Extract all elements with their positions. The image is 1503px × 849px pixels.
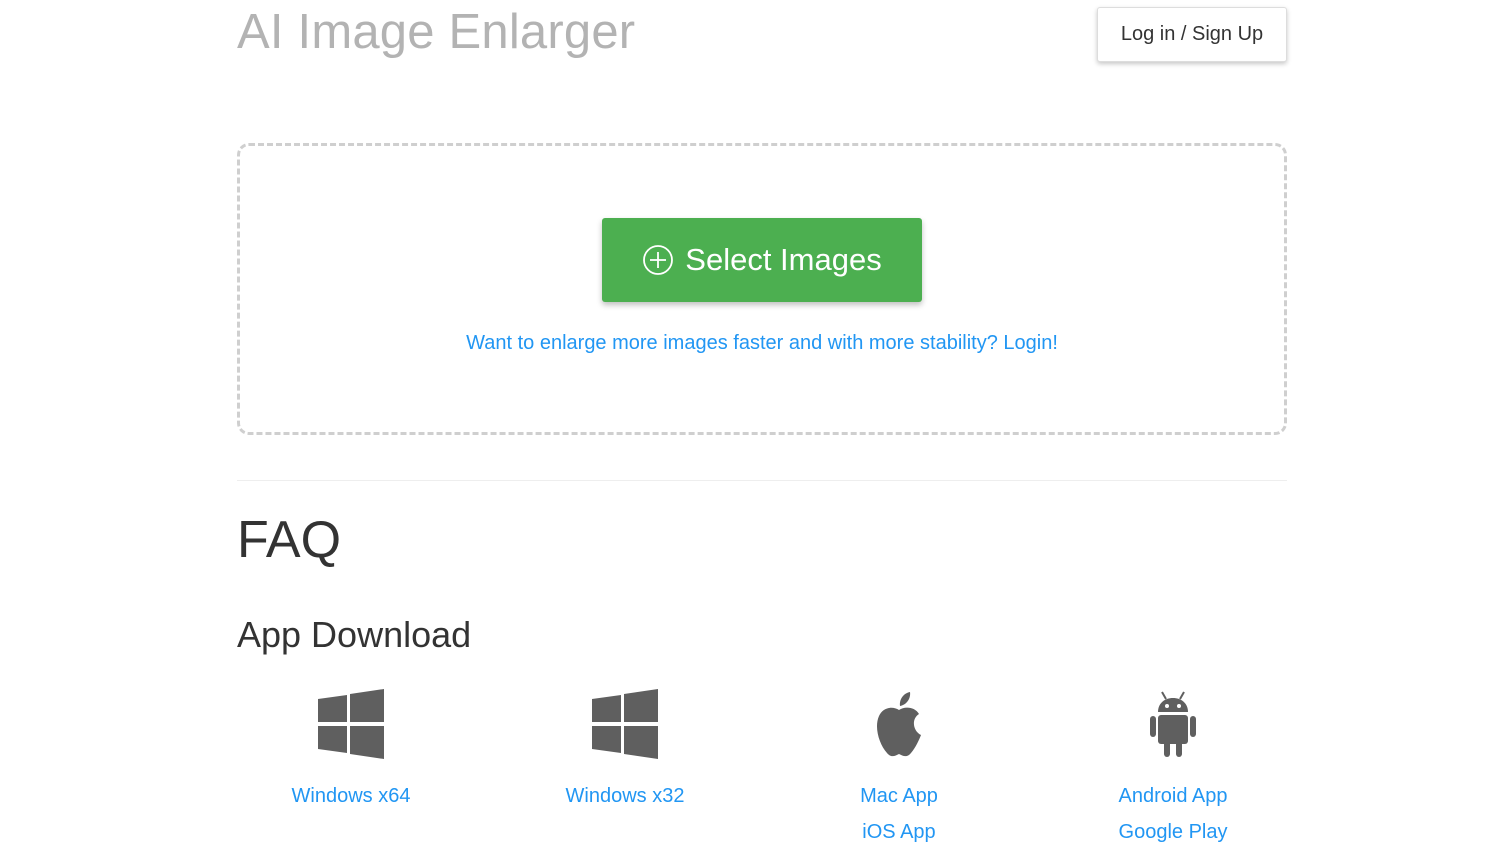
site-title: AI Image Enlarger xyxy=(237,5,636,59)
app-windows-x32: Windows x32 xyxy=(511,688,739,807)
windows-icon xyxy=(318,689,384,759)
android-app-link[interactable]: Android App xyxy=(1059,778,1287,814)
app-links: Windows x64 xyxy=(237,778,465,814)
header: AI Image Enlarger Log in / Sign Up xyxy=(237,0,1287,110)
login-signup-button[interactable]: Log in / Sign Up xyxy=(1097,7,1287,62)
windows-x64-link[interactable]: Windows x64 xyxy=(237,778,465,814)
select-images-label: Select Images xyxy=(685,242,882,277)
apple-icon xyxy=(876,692,921,757)
ios-app-link[interactable]: iOS App xyxy=(785,814,1013,849)
windows-x32-link[interactable]: Windows x32 xyxy=(511,778,739,814)
app-windows-x64: Windows x64 xyxy=(237,688,465,807)
app-links: Android App Google Play xyxy=(1059,778,1287,849)
plus-circle-icon xyxy=(643,245,674,275)
login-hint-link[interactable]: Want to enlarge more images faster and w… xyxy=(240,332,1284,355)
mac-app-link[interactable]: Mac App xyxy=(785,778,1013,814)
app-android: Android App Google Play xyxy=(1059,688,1287,843)
section-divider xyxy=(237,480,1287,481)
google-play-link[interactable]: Google Play xyxy=(1059,814,1287,849)
app-download-list: Windows x64 Windows x32 Mac App iOS App xyxy=(237,688,1333,849)
faq-heading: FAQ xyxy=(237,511,342,569)
app-links: Mac App iOS App xyxy=(785,778,1013,849)
page-container: AI Image Enlarger Log in / Sign Up Selec… xyxy=(237,0,1287,849)
select-images-button[interactable]: Select Images xyxy=(602,218,922,302)
app-download-heading: App Download xyxy=(237,614,472,655)
app-apple: Mac App iOS App xyxy=(785,688,1013,843)
upload-dropzone[interactable]: Select Images Want to enlarge more image… xyxy=(237,143,1287,435)
android-icon xyxy=(1150,691,1196,757)
app-links: Windows x32 xyxy=(511,778,739,814)
windows-icon xyxy=(592,689,658,759)
